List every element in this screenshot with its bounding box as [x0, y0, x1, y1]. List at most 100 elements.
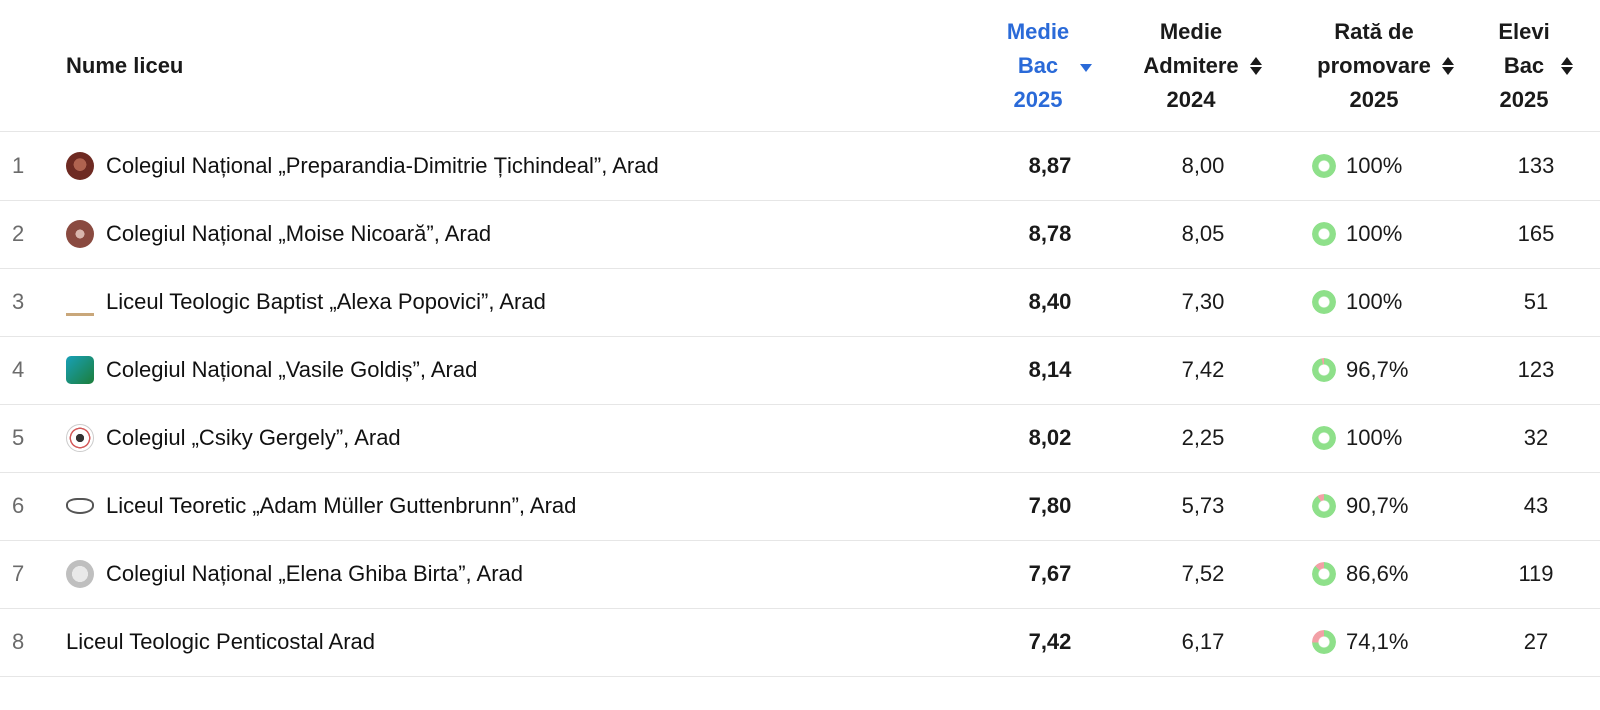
pass-rate-cell: 100%: [1312, 200, 1472, 268]
header-label-line: 2025: [1499, 87, 1549, 112]
school-name[interactable]: Colegiul „Csiky Gergely”, Arad: [106, 425, 401, 451]
header-label-line: Bac: [1503, 53, 1545, 78]
medie-bac-value: 7,42: [1028, 629, 1072, 654]
pass-rate-cell: 74,1%: [1312, 608, 1472, 676]
pass-rate-cell: 96,7%: [1312, 336, 1472, 404]
header-label-line: 2024: [1166, 87, 1216, 112]
glasses-icon: [66, 498, 94, 514]
seal-dark-icon: [66, 152, 94, 180]
elevi-bac-value: 165: [1517, 221, 1555, 246]
table-row[interactable]: 2 Colegiul Național „Moise Nicoară”, Ara…: [0, 200, 1600, 269]
header-medie-bac-2025[interactable]: Medie Bac 2025: [990, 14, 1110, 118]
elevi-bac-value: 27: [1523, 629, 1549, 654]
school-name[interactable]: Colegiul Național „Elena Ghiba Birta”, A…: [106, 561, 523, 587]
table-header: Nume liceu Medie Bac 2025 Medie Admitere…: [0, 0, 1600, 132]
crest-brown-icon: [66, 220, 94, 248]
school-name-cell[interactable]: Colegiul Național „Vasile Goldiș”, Arad: [66, 336, 966, 404]
header-label-line: Medie: [1006, 19, 1070, 44]
medie-bac-value: 8,14: [1028, 357, 1072, 382]
header-school-name-label: Nume liceu: [66, 53, 184, 78]
medie-bac-value: 8,02: [1028, 425, 1072, 450]
pass-rate-cell: 100%: [1312, 404, 1472, 472]
vg-logo-icon: [66, 356, 94, 384]
pass-rate-cell: 100%: [1312, 268, 1472, 336]
school-name[interactable]: Liceul Teologic Penticostal Arad: [66, 629, 375, 655]
header-label-line: Elevi: [1498, 19, 1550, 44]
medie-bac-value: 8,40: [1028, 289, 1072, 314]
school-name-cell[interactable]: Colegiul Național „Preparandia-Dimitrie …: [66, 132, 966, 200]
rank: 4: [12, 357, 25, 382]
medie-admitere-value: 7,42: [1181, 357, 1225, 382]
sort-descending-icon[interactable]: [1079, 56, 1093, 76]
header-label-line: 2025: [1349, 87, 1399, 112]
medie-admitere-value: 5,73: [1181, 493, 1225, 518]
school-name[interactable]: Colegiul Național „Vasile Goldiș”, Arad: [106, 357, 477, 383]
pass-rate-ring-icon: [1312, 290, 1336, 314]
school-name-cell[interactable]: Liceul Teologic Penticostal Arad: [66, 608, 966, 676]
header-label-line: Bac: [1017, 53, 1059, 78]
medie-admitere-value: 6,17: [1181, 629, 1225, 654]
pass-rate-value: 100%: [1346, 289, 1403, 314]
school-name-cell[interactable]: Colegiul Național „Moise Nicoară”, Arad: [66, 200, 966, 268]
pass-rate-ring-icon: [1312, 630, 1336, 654]
school-name[interactable]: Liceul Teologic Baptist „Alexa Popovici”…: [106, 289, 546, 315]
sort-icon[interactable]: [1560, 56, 1574, 76]
header-label-line: Medie: [1159, 19, 1223, 44]
medie-admitere-value: 7,52: [1181, 561, 1225, 586]
table-row[interactable]: 7 Colegiul Național „Elena Ghiba Birta”,…: [0, 540, 1600, 609]
elevi-bac-value: 51: [1523, 289, 1549, 314]
schools-table: Nume liceu Medie Bac 2025 Medie Admitere…: [0, 0, 1600, 710]
table-row[interactable]: 3 Liceul Teologic Baptist „Alexa Popovic…: [0, 268, 1600, 337]
medie-admitere-value: 8,00: [1181, 153, 1225, 178]
elevi-bac-value: 43: [1523, 493, 1549, 518]
sort-icon[interactable]: [1441, 56, 1455, 76]
pass-rate-cell: 100%: [1312, 132, 1472, 200]
school-name[interactable]: Colegiul Național „Moise Nicoară”, Arad: [106, 221, 491, 247]
header-label-line: promovare: [1317, 53, 1431, 78]
table-row[interactable]: 5 Colegiul „Csiky Gergely”, Arad 8,02 2,…: [0, 404, 1600, 473]
rank: 5: [12, 425, 25, 450]
school-name-cell[interactable]: Liceul Teologic Baptist „Alexa Popovici”…: [66, 268, 966, 336]
pass-rate-value: 100%: [1346, 221, 1403, 246]
header-rata-promovare-2025[interactable]: Rată de promovare 2025: [1300, 14, 1472, 118]
table-row[interactable]: 6 Liceul Teoretic „Adam Müller Guttenbru…: [0, 472, 1600, 541]
rank: 7: [12, 561, 25, 586]
pass-rate-value: 90,7%: [1346, 493, 1409, 518]
pass-rate-value: 96,7%: [1346, 357, 1409, 382]
rank: 6: [12, 493, 25, 518]
school-name-cell[interactable]: Colegiul „Csiky Gergely”, Arad: [66, 404, 966, 472]
header-medie-admitere-2024[interactable]: Medie Admitere 2024: [1128, 14, 1278, 118]
grey-seal-icon: [66, 560, 94, 588]
round-seal-icon: [66, 424, 94, 452]
pass-rate-ring-icon: [1312, 426, 1336, 450]
pass-rate-ring-icon: [1312, 562, 1336, 586]
school-name[interactable]: Liceul Teoretic „Adam Müller Guttenbrunn…: [106, 493, 576, 519]
pass-rate-ring-icon: [1312, 494, 1336, 518]
church-icon: [66, 288, 94, 316]
table-row[interactable]: 1 Colegiul Național „Preparandia-Dimitri…: [0, 132, 1600, 201]
header-elevi-bac-2025[interactable]: Elevi Bac 2025: [1476, 14, 1596, 118]
medie-bac-value: 8,87: [1028, 153, 1072, 178]
medie-admitere-value: 7,30: [1181, 289, 1225, 314]
sort-icon[interactable]: [1249, 56, 1263, 76]
medie-admitere-value: 2,25: [1181, 425, 1225, 450]
header-school-name: Nume liceu: [66, 14, 183, 118]
pass-rate-ring-icon: [1312, 154, 1336, 178]
school-name[interactable]: Colegiul Național „Preparandia-Dimitrie …: [106, 153, 659, 179]
elevi-bac-value: 133: [1517, 153, 1555, 178]
rank: 3: [12, 289, 25, 314]
school-name-cell[interactable]: Colegiul Național „Elena Ghiba Birta”, A…: [66, 540, 966, 608]
pass-rate-cell: 90,7%: [1312, 472, 1472, 540]
medie-bac-value: 7,67: [1028, 561, 1072, 586]
pass-rate-value: 86,6%: [1346, 561, 1409, 586]
school-name-cell[interactable]: Liceul Teoretic „Adam Müller Guttenbrunn…: [66, 472, 966, 540]
table-row[interactable]: 4 Colegiul Național „Vasile Goldiș”, Ara…: [0, 336, 1600, 405]
medie-bac-value: 7,80: [1028, 493, 1072, 518]
table-row[interactable]: 8 Liceul Teologic Penticostal Arad 7,42 …: [0, 608, 1600, 677]
header-label-line: 2025: [1013, 87, 1063, 112]
rank: 1: [12, 153, 25, 178]
elevi-bac-value: 123: [1517, 357, 1555, 382]
pass-rate-value: 74,1%: [1346, 629, 1409, 654]
pass-rate-ring-icon: [1312, 358, 1336, 382]
header-label-line: Admitere: [1143, 53, 1239, 78]
